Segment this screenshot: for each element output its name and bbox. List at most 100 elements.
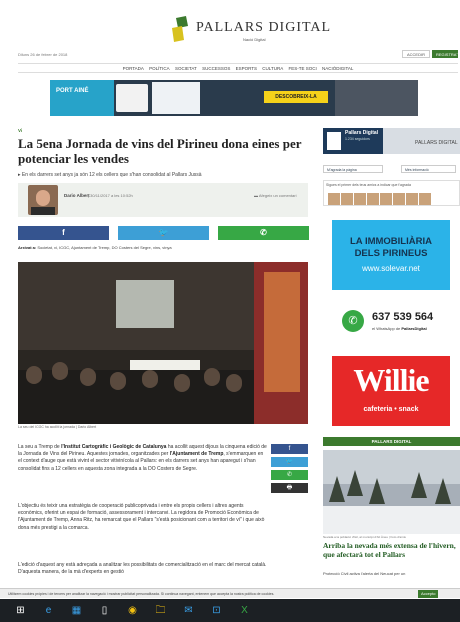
tags-list[interactable]: Societat, vi, ICGC, Ajuntament de Tremp,… <box>37 245 171 250</box>
banner-logo <box>116 84 148 112</box>
photo-person <box>110 372 126 390</box>
whatsapp-share-icon[interactable]: ✆ <box>271 470 308 480</box>
chrome-icon[interactable]: ◉ <box>126 604 139 617</box>
nav-item-naciodigital[interactable]: NACIÓDIGITAL <box>322 66 353 71</box>
article-tags: Arxivat a: Societat, vi, ICGC, Ajuntamen… <box>18 245 318 250</box>
snow-tree <box>329 476 345 502</box>
ad1-line1: LA IMMOBILIÀRIA <box>350 236 432 247</box>
friend-thumb[interactable] <box>393 193 405 205</box>
comment-label: Afegeix un comentari <box>258 193 297 198</box>
photo-person <box>80 368 96 386</box>
photo-window-light <box>264 272 300 392</box>
twitter-share-icon[interactable]: 🐦 <box>271 457 308 467</box>
fb-like-button[interactable]: M'agrada la pàgina <box>323 165 383 173</box>
photo-caption: La seu del ICGC ha acollit la jornada | … <box>18 425 97 429</box>
snow-tree <box>411 472 427 498</box>
print-icon[interactable]: 🖶 <box>271 483 308 493</box>
photo-person <box>174 374 190 392</box>
page: PALLARS DIGITAL Nació Digital Diluns 26 … <box>0 0 460 622</box>
access-button[interactable]: ACCEDIR <box>402 50 430 58</box>
photo-person <box>204 368 220 386</box>
cookie-text: Utilitzem cookies pròpies i de tercers p… <box>8 592 275 596</box>
photo-person <box>142 370 158 388</box>
friend-thumb[interactable] <box>341 193 353 205</box>
banner-photo <box>335 80 418 116</box>
main-nav: PORTADA POLÍTICA SOCIETAT SUCCESSOS ESPO… <box>18 63 458 73</box>
snow-news-title[interactable]: Arriba la nevada més extensa de l'hivern… <box>323 541 460 559</box>
banner-map <box>152 82 200 114</box>
friend-thumb[interactable] <box>406 193 418 205</box>
whatsapp-sub: el WhatsApp de PallarsDigital <box>372 326 427 331</box>
author-name[interactable]: Dario Albert <box>64 193 90 198</box>
nav-item-societat[interactable]: SOCIETAT <box>175 66 197 71</box>
p1-council: l'Ajuntament de Tremp <box>169 451 224 458</box>
site-logo[interactable]: PALLARS DIGITAL Nació Digital <box>170 16 330 46</box>
banner-port-aine: PORT AINÉ <box>50 80 114 116</box>
windows-taskbar: ⊞ e ▦ ▯ ◉ 🗀 ✉ ⊡ X <box>0 599 460 622</box>
snow-news-photo[interactable] <box>323 450 460 534</box>
article-lead: ▸ En els darrers set anys ja són 12 els … <box>18 172 202 178</box>
logo-text: PALLARS DIGITAL <box>196 20 332 35</box>
article-title: La 5ena Jornada de vins del Pirineu dona… <box>18 136 302 166</box>
register-button[interactable]: REGISTRA'T <box>432 50 460 58</box>
tags-label: Arxivat a: <box>18 245 37 250</box>
start-icon[interactable]: ⊞ <box>14 604 27 617</box>
whatsapp-icon: ✆ <box>342 310 364 332</box>
store-icon[interactable]: ▦ <box>70 604 83 617</box>
friend-thumb[interactable] <box>354 193 366 205</box>
snow-news-text: Protecció Civil activa l'alerta del Neuc… <box>323 571 406 576</box>
nav-item-successos[interactable]: SUCCESSOS <box>202 66 230 71</box>
fb-cover-text: PALLARS DIGITAL <box>415 140 458 146</box>
friend-thumb[interactable] <box>419 193 431 205</box>
facebook-share-button[interactable]: f <box>18 226 109 240</box>
edge-icon[interactable]: e <box>42 604 55 617</box>
add-comment-link[interactable]: ▬ Afegeix un comentari <box>254 193 296 198</box>
document-icon[interactable]: ▯ <box>98 604 111 617</box>
snow-tree <box>369 478 385 504</box>
banner-left-text: PORT AINÉ <box>56 88 89 94</box>
real-estate-ad[interactable]: LA IMMOBILIÀRIA DELS PIRINEUS www.soleva… <box>332 220 450 290</box>
snow-ground <box>323 506 460 534</box>
nav-item-esports[interactable]: ESPORTS <box>236 66 257 71</box>
nav-item-politica[interactable]: POLÍTICA <box>149 66 170 71</box>
facebook-page-widget[interactable]: Pallars Digital 1.234 seguidors PALLARS … <box>323 128 460 154</box>
article-paragraph: L'objectiu és teixir una estratègia de c… <box>18 503 265 531</box>
friend-thumb[interactable] <box>367 193 379 205</box>
fb-more-info-button[interactable]: Més informació <box>401 165 456 173</box>
ad3-tagline: cafeteria • snack <box>363 406 419 413</box>
banner-cta[interactable]: DESCOBREIX-LA <box>264 91 328 103</box>
article-paragraph: La seu a Tremp de l'Institut Cartogràfic… <box>18 444 268 473</box>
article-photo[interactable] <box>18 262 308 424</box>
lead-text: En els darrers set anys ja són 12 els ce… <box>21 172 202 178</box>
photos-icon[interactable]: ⊡ <box>210 604 223 617</box>
whatsapp-ad[interactable]: ✆ 637 539 564 el WhatsApp de PallarsDigi… <box>332 300 458 346</box>
nav-item-cultura[interactable]: CULTURA <box>262 66 283 71</box>
mail-icon[interactable]: ✉ <box>182 604 195 617</box>
cookie-accept-button[interactable]: Accepto <box>418 590 439 598</box>
fb-page-logo <box>327 132 341 150</box>
friend-thumb[interactable] <box>380 193 392 205</box>
nav-item-portada[interactable]: PORTADA <box>123 66 144 71</box>
banner-ad[interactable]: PORT AINÉ DESCOBREIX-LA <box>50 80 418 116</box>
photo-screen <box>116 280 174 328</box>
nav-item-fes-te-soci[interactable]: FES-TE SOCI <box>288 66 316 71</box>
fb-buttons: M'agrada la pàgina Més informació <box>323 165 460 173</box>
fb-friends-text: Sigues el primer dels teus amics a indic… <box>326 183 411 187</box>
folder-icon[interactable]: 🗀 <box>154 604 167 617</box>
whatsapp-share-button[interactable]: ✆ <box>218 226 309 240</box>
cookie-bar: Utilitzem cookies pròpies i de tercers p… <box>0 588 460 598</box>
fb-page-title[interactable]: Pallars Digital <box>345 130 378 136</box>
friend-thumb[interactable] <box>328 193 340 205</box>
snow-tree <box>435 478 451 504</box>
fb-page-followers: 1.234 seguidors <box>345 137 370 141</box>
article-section[interactable]: Vi <box>18 128 22 133</box>
twitter-share-button[interactable]: 🐦 <box>118 226 209 240</box>
logo-subtitle: Nació Digital <box>243 37 266 42</box>
willie-cafe-ad[interactable]: Willie cafeteria • snack <box>332 356 450 426</box>
ad3-brand: Willie <box>353 362 429 398</box>
sidebar-section-header: PALLARS DIGITAL <box>323 437 460 446</box>
author-bar: Dario Albert | 30/11/2017 a les 10:52h ▬… <box>18 183 308 217</box>
excel-icon[interactable]: X <box>238 604 251 617</box>
facebook-share-icon[interactable]: f <box>271 444 308 454</box>
photo-person <box>52 362 68 380</box>
